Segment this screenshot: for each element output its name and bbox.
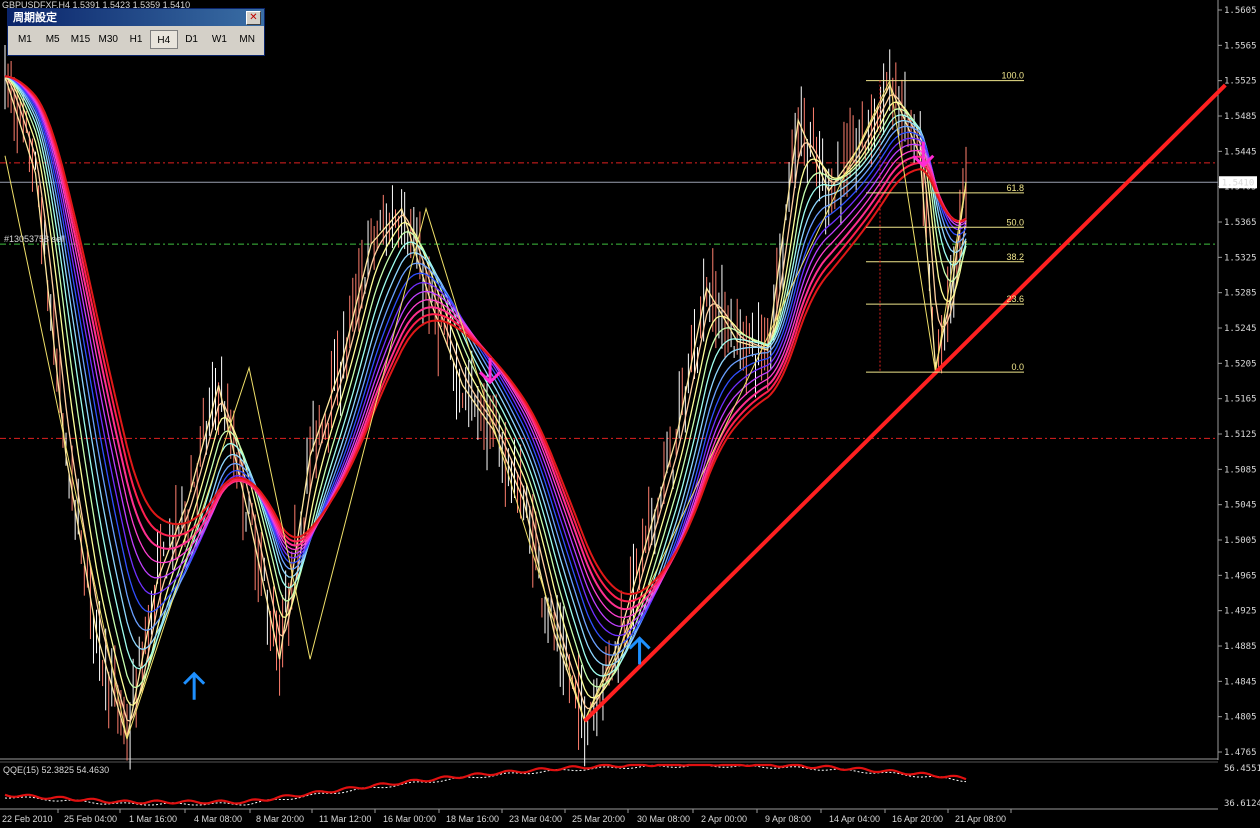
y-tick-label: 1.5205 [1224,359,1257,369]
fib-level-label: 61.8 [1006,183,1024,193]
x-tick-label: 9 Apr 08:00 [765,814,811,824]
fib-level-label: 38.2 [1006,252,1024,262]
timeframe-button-h1[interactable]: H1 [122,30,150,49]
fib-level-label: 50.0 [1006,217,1024,227]
y-tick-label: 1.5325 [1224,253,1257,263]
y-tick-label: 1.4805 [1224,713,1257,723]
y-tick-label: 1.4885 [1224,642,1257,652]
x-tick-label: 23 Mar 04:00 [509,814,562,824]
ma-ribbon-line [4,75,967,611]
period-settings-panel[interactable]: 周期設定 ✕ M1 M5 M15 M30 H1 H4 D1 W1 MN [7,8,265,56]
indicator-scale-bottom: 36.6124 [1224,799,1260,809]
timeframe-button-m15[interactable]: M15 [67,30,95,49]
sell-arrow-icon [479,358,502,385]
indicator-scale-top: 56.4551 [1224,764,1260,774]
x-tick-label: 18 Mar 16:00 [446,814,499,824]
period-panel-title: 周期設定 ✕ [8,9,264,26]
timeframe-button-row: M1 M5 M15 M30 H1 H4 D1 W1 MN [8,26,264,49]
timeframe-button-m30[interactable]: M30 [94,30,122,49]
price-chart: 100.0 61.8 50.0 38.2 23.6 0.0 1.5605 1.5565 1.55… [0,0,1260,824]
timeframe-button-m1[interactable]: M1 [11,30,39,49]
y-tick-label: 1.5045 [1224,501,1257,511]
y-tick-label: 1.5165 [1224,395,1257,405]
indicator-title: QQE(15) 52.3825 54.4630 [3,765,109,775]
chart-window: 100.0 61.8 50.0 38.2 23.6 0.0 1.5605 1.5565 1.55… [0,0,1260,828]
y-tick-label: 1.5245 [1224,324,1257,334]
y-tick-label: 1.4845 [1224,677,1257,687]
x-tick-label: 2 Apr 00:00 [701,814,747,824]
fib-level-label: 0.0 [1011,362,1024,372]
period-panel-title-text: 周期設定 [13,11,57,24]
x-tick-label: 16 Mar 00:00 [383,814,436,824]
ma-ribbon-line [4,75,967,603]
ma-ribbon-line [4,75,967,646]
y-tick-label: 1.4925 [1224,607,1257,617]
timeframe-button-h4[interactable]: H4 [149,30,178,49]
x-tick-label: 22 Feb 2010 [2,814,53,824]
timeframe-button-m5[interactable]: M5 [39,30,67,49]
y-tick-label: 1.5485 [1224,112,1257,122]
y-tick-label: 1.5365 [1224,218,1257,228]
y-tick-label: 1.5445 [1224,147,1257,157]
qqe-slow-line [4,764,967,806]
ma-ribbon-line [4,75,967,619]
x-tick-label: 21 Apr 08:00 [955,814,1006,824]
y-tick-label: 1.4965 [1224,571,1257,581]
y-tick-label: 1.5125 [1224,430,1257,440]
y-tick-label: 1.5005 [1224,536,1257,546]
x-tick-label: 30 Mar 08:00 [637,814,690,824]
fib-level-label: 23.6 [1006,294,1024,304]
x-tick-label: 4 Mar 08:00 [194,814,242,824]
x-tick-label: 25 Mar 20:00 [572,814,625,824]
x-tick-label: 8 Mar 20:00 [256,814,304,824]
y-tick-label: 1.5565 [1224,41,1257,51]
current-price-label: 1.5410 [1222,178,1255,188]
close-icon[interactable]: ✕ [246,11,261,25]
x-tick-label: 25 Feb 04:00 [64,814,117,824]
x-tick-label: 16 Apr 20:00 [892,814,943,824]
y-tick-label: 1.5285 [1224,289,1257,299]
x-tick-label: 1 Mar 16:00 [129,814,177,824]
y-tick-label: 1.5605 [1224,6,1257,16]
timeframe-button-w1[interactable]: W1 [205,30,233,49]
timeframe-button-mn[interactable]: MN [233,30,261,49]
y-tick-label: 1.5085 [1224,465,1257,475]
trade-label: #13053758 sell [4,234,65,244]
buy-arrow-icon [183,671,206,700]
fib-level-label: 100.0 [1001,71,1024,81]
y-tick-label: 1.4765 [1224,748,1257,758]
ma-ribbon-line [4,75,967,596]
timeframe-button-d1[interactable]: D1 [178,30,206,49]
x-tick-label: 11 Mar 12:00 [319,814,371,824]
y-tick-label: 1.5525 [1224,77,1257,87]
x-tick-label: 14 Apr 04:00 [829,814,880,824]
ma-ribbon-line [4,75,967,637]
ma-ribbon-line [4,76,967,739]
ma-ribbon-line [4,75,967,689]
